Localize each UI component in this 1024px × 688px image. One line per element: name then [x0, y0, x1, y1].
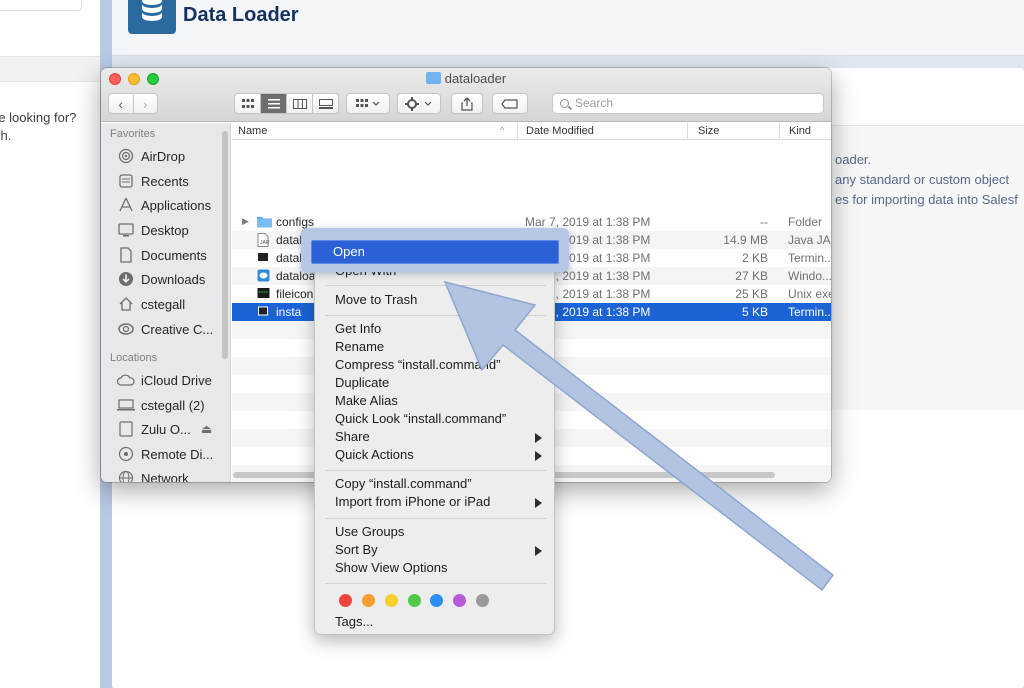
arrow-shape [443, 280, 835, 592]
annotation-arrow-icon [443, 280, 835, 592]
